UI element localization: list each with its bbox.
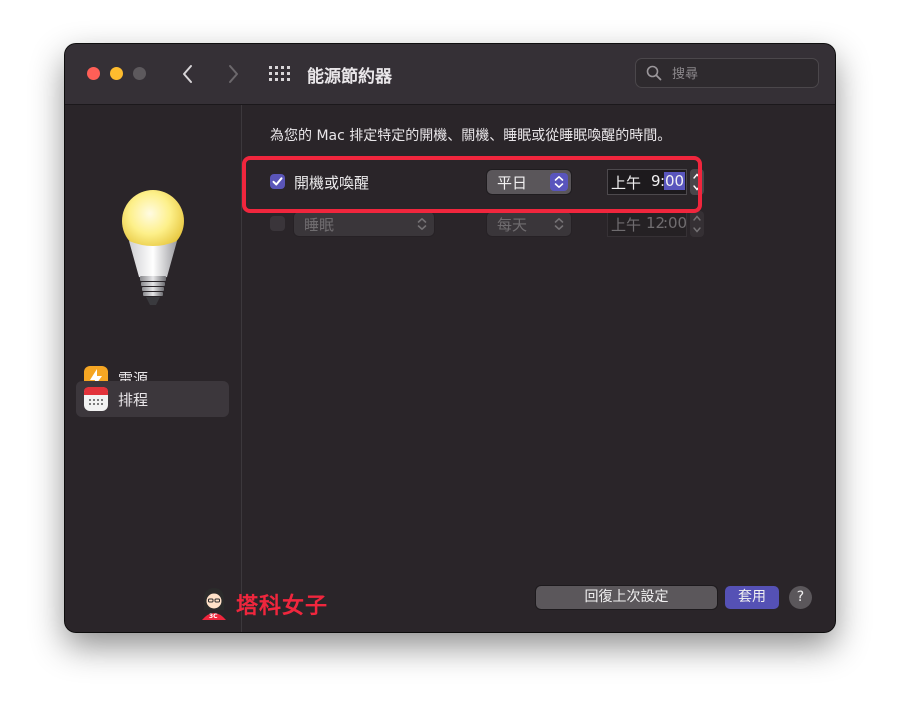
popup-value: 睡眠 xyxy=(304,216,335,234)
grid-icon xyxy=(269,66,290,81)
popup-value: 每天 xyxy=(497,216,528,234)
chevron-right-icon xyxy=(229,65,238,83)
title-bar: 能源節約器 xyxy=(65,44,835,105)
calendar-icon xyxy=(84,387,108,411)
schedule-row-sleep: 睡眠 每天 上午 12: 00 xyxy=(270,211,704,237)
back-button[interactable] xyxy=(176,60,200,88)
sleep-time-stepper[interactable] xyxy=(690,211,704,237)
search-input[interactable] xyxy=(670,63,814,85)
zoom-button[interactable] xyxy=(133,67,146,80)
watermark-logo: 3C 塔科女子 xyxy=(196,584,346,622)
time-period: 上午 xyxy=(611,216,642,234)
sleep-time-field[interactable]: 上午 12 : 00 xyxy=(608,212,687,236)
sleep-days-popup[interactable]: 每天 xyxy=(487,212,571,236)
time-minute[interactable]: 00 xyxy=(668,214,687,232)
minimize-button[interactable] xyxy=(110,67,123,80)
schedule-description: 為您的 Mac 排定特定的開機、關機、睡眠或從睡眠喚醒的時間。 xyxy=(270,128,672,144)
watermark-badge: 3C xyxy=(209,613,218,620)
search-field[interactable] xyxy=(635,58,819,88)
search-icon xyxy=(646,65,662,81)
sidebar: 電源 排程 xyxy=(65,105,242,632)
sleep-checkbox[interactable] xyxy=(270,216,285,231)
window-title: 能源節約器 xyxy=(307,67,392,87)
revert-button[interactable]: 回復上次設定 xyxy=(536,586,717,609)
watermark-text: 塔科女子 xyxy=(236,594,329,619)
lightbulb-icon xyxy=(122,190,184,305)
annotation-highlight-box xyxy=(242,156,702,213)
forward-button[interactable] xyxy=(221,60,245,88)
show-all-button[interactable] xyxy=(268,65,290,83)
sidebar-item-schedule[interactable]: 排程 xyxy=(76,381,229,417)
close-button[interactable] xyxy=(87,67,100,80)
sidebar-item-label: 排程 xyxy=(118,391,149,409)
help-button[interactable]: ? xyxy=(789,586,812,609)
apply-button[interactable]: 套用 xyxy=(725,586,779,609)
avatar-icon: 3C xyxy=(202,588,226,620)
updown-arrows-icon xyxy=(413,215,431,233)
energy-saver-window: 能源節約器 搜尋 電源 排程 為您的 Mac 排定特定的開機、關機、睡眠或從睡眠… xyxy=(65,44,835,632)
updown-arrows-icon xyxy=(550,215,568,233)
chevron-left-icon xyxy=(183,65,192,83)
stepper-arrows-icon xyxy=(693,215,701,233)
sleep-action-popup[interactable]: 睡眠 xyxy=(294,212,434,236)
